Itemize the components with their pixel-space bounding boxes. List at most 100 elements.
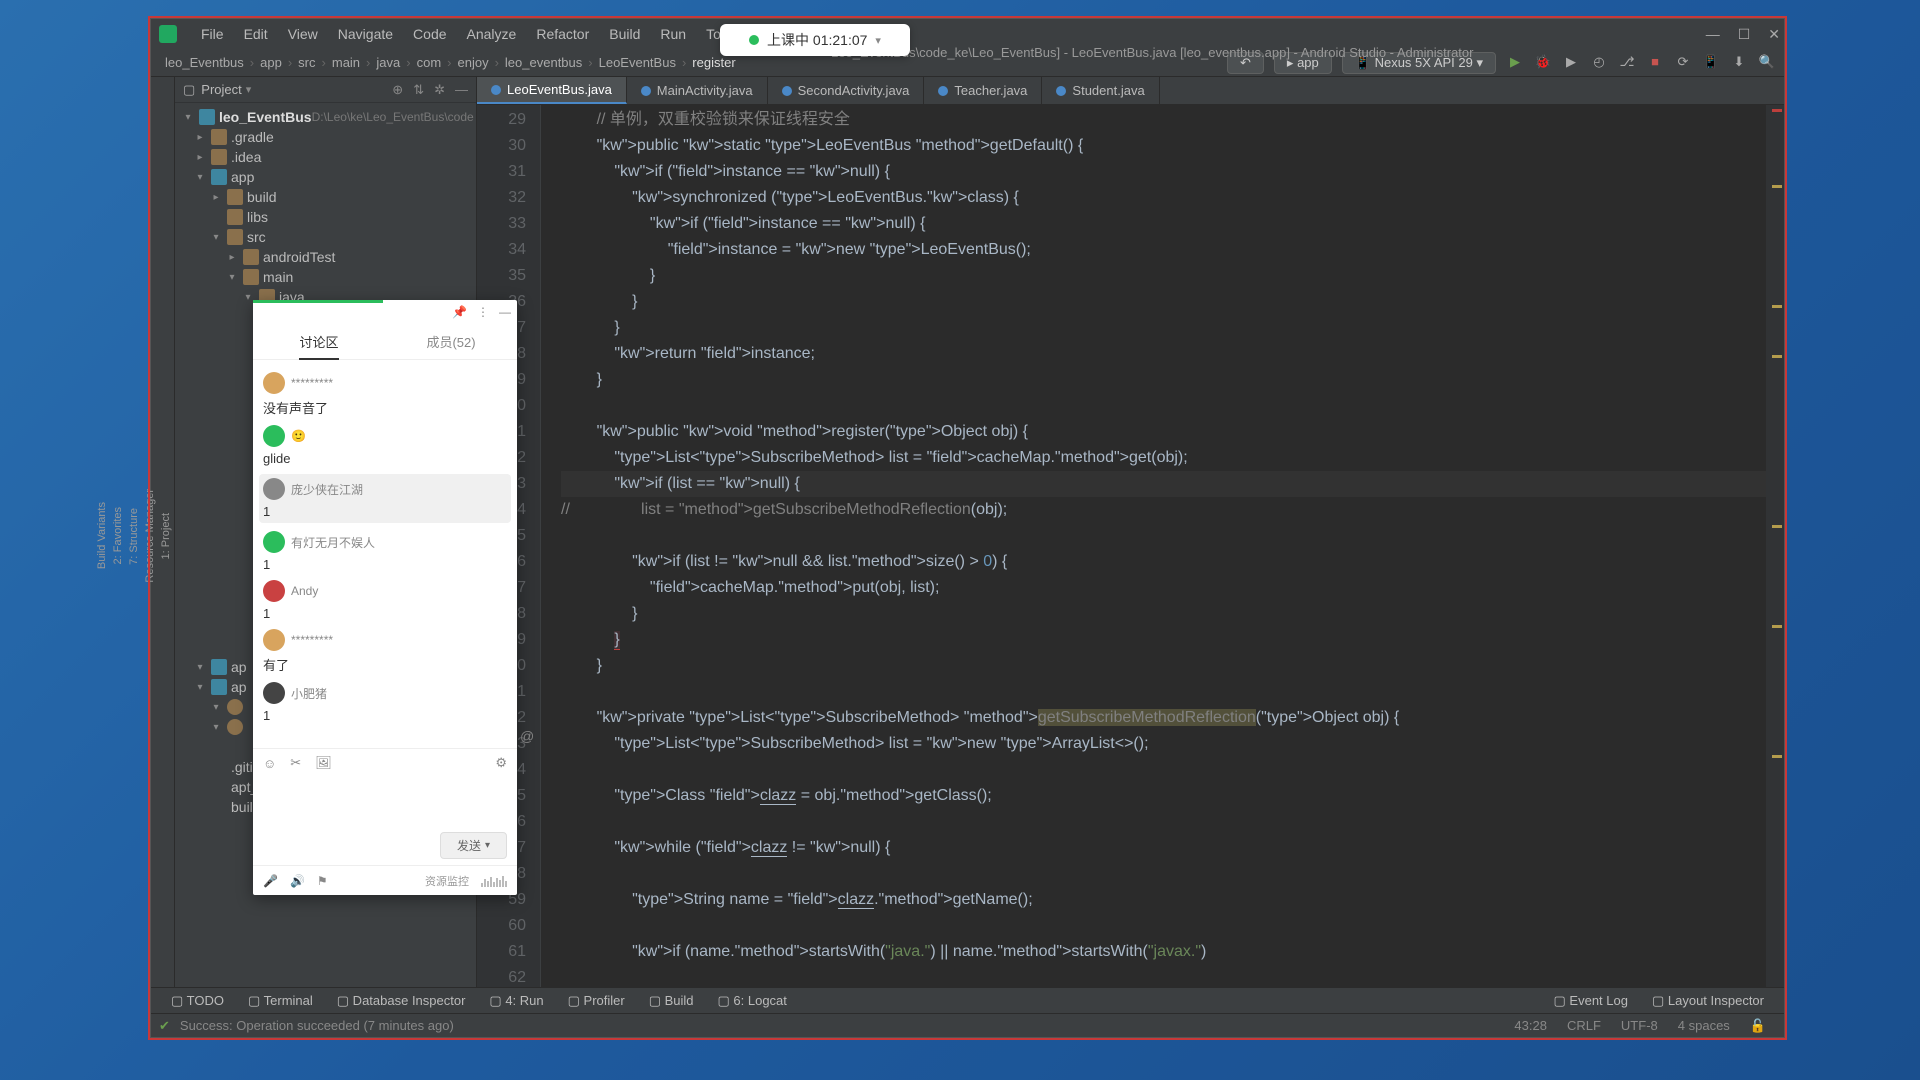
crumb[interactable]: leo_eventbus xyxy=(499,55,588,70)
variants-tab[interactable]: Build Variants xyxy=(94,486,110,585)
image-icon[interactable]: 🖼 xyxy=(315,755,332,771)
sdk-icon[interactable]: ⬇ xyxy=(1730,54,1748,72)
tree-node[interactable]: ▾main xyxy=(175,267,476,287)
bottom-tool[interactable]: ▢ Profiler xyxy=(556,993,637,1009)
menu-build[interactable]: Build xyxy=(599,26,650,42)
minimize-icon[interactable]: — xyxy=(1706,26,1720,43)
gear-icon[interactable]: ⚙ xyxy=(495,755,507,771)
maximize-icon[interactable]: ☐ xyxy=(1738,26,1751,43)
chat-body[interactable]: *********没有声音了 🙂glide 庞少侠在江湖1 有灯无月不娱人1 Andy1… xyxy=(253,360,517,748)
chat-head: 📌 ⋮ — xyxy=(253,300,517,324)
tab-members[interactable]: 成员(52) xyxy=(385,324,517,359)
menu-code[interactable]: Code xyxy=(403,26,456,42)
menu-file[interactable]: File xyxy=(191,26,234,42)
sync-icon[interactable]: ⟳ xyxy=(1674,54,1692,72)
chat-message[interactable]: 庞少侠在江湖1 xyxy=(259,474,511,523)
tree-node[interactable]: ▾app xyxy=(175,167,476,187)
crumb[interactable]: leo_Eventbus xyxy=(159,55,250,70)
emoji-icon[interactable]: ☺ xyxy=(263,756,276,771)
tree-node[interactable]: ▸build xyxy=(175,187,476,207)
crumb[interactable]: app xyxy=(254,55,288,70)
bottom-tool[interactable]: ▢ Event Log xyxy=(1542,993,1640,1009)
search-icon[interactable]: 🔍 xyxy=(1758,54,1776,72)
tree-node[interactable]: ▾src xyxy=(175,227,476,247)
titlebar: FileEditViewNavigateCodeAnalyzeRefactorB… xyxy=(151,19,1784,49)
profiler-icon[interactable]: ◴ xyxy=(1590,54,1608,72)
avd-icon[interactable]: 📱 xyxy=(1702,54,1720,72)
menu-refactor[interactable]: Refactor xyxy=(526,26,599,42)
send-button[interactable]: 发送 ▾ xyxy=(440,832,507,859)
lock-icon[interactable]: 🔓 xyxy=(1740,1018,1776,1034)
more-icon[interactable]: ⋮ xyxy=(477,305,489,319)
speaker-icon[interactable]: 🔊 xyxy=(290,874,305,888)
crumb[interactable]: src xyxy=(292,55,321,70)
hide-icon[interactable]: — xyxy=(455,82,468,98)
chat-input[interactable] xyxy=(263,777,507,825)
editor-tab[interactable]: LeoEventBus.java xyxy=(477,77,627,104)
crumb[interactable]: register xyxy=(686,55,741,70)
favorites-tab[interactable]: 2: Favorites xyxy=(110,491,126,580)
mic-icon[interactable]: 🎤 xyxy=(263,874,278,888)
menu-view[interactable]: View xyxy=(278,26,328,42)
menu-analyze[interactable]: Analyze xyxy=(457,26,527,42)
expand-icon[interactable]: ⇅ xyxy=(413,82,424,98)
debug-icon[interactable]: 🐞 xyxy=(1534,54,1552,72)
flag-icon[interactable]: ⚑ xyxy=(317,874,328,888)
editor-tab[interactable]: MainActivity.java xyxy=(627,77,768,104)
close-icon[interactable]: ✕ xyxy=(1768,26,1780,43)
crumb[interactable]: java xyxy=(370,55,406,70)
chat-message[interactable]: 有灯无月不娱人1 xyxy=(263,531,507,572)
scissors-icon[interactable]: ✂ xyxy=(290,755,301,771)
timer-label: 上课中 01:21:07 xyxy=(767,30,867,50)
tab-discuss[interactable]: 讨论区 xyxy=(253,324,385,359)
tree-root[interactable]: ▾leo_EventBus D:\Leo\ke\Leo_EventBus\cod… xyxy=(175,107,476,127)
project-title: Project xyxy=(201,82,241,97)
indent[interactable]: 4 spaces xyxy=(1668,1018,1740,1034)
stop-icon[interactable]: ■ xyxy=(1646,54,1664,72)
chat-message[interactable]: 🙂glide xyxy=(263,425,507,466)
chat-message[interactable]: *********没有声音了 xyxy=(263,372,507,417)
line-ending[interactable]: CRLF xyxy=(1557,1018,1611,1034)
locate-icon[interactable]: ⊕ xyxy=(392,82,403,98)
minimize-icon[interactable]: — xyxy=(499,305,511,319)
bottom-tool[interactable]: ▢ Build xyxy=(637,993,706,1009)
crumb[interactable]: com xyxy=(411,55,448,70)
monitor-label: 资源监控 xyxy=(425,873,469,889)
menu-run[interactable]: Run xyxy=(650,26,696,42)
tree-node[interactable]: ▸.idea xyxy=(175,147,476,167)
recording-timer[interactable]: 上课中 01:21:07 ▾ xyxy=(720,24,910,56)
coverage-icon[interactable]: ▶ xyxy=(1562,54,1580,72)
editor-tab[interactable]: SecondActivity.java xyxy=(768,77,925,104)
tree-node[interactable]: libs xyxy=(175,207,476,227)
code[interactable]: // 单例，双重校验锁来保证线程安全 "kw">public "kw">stat… xyxy=(541,105,1766,987)
crumb[interactable]: enjoy xyxy=(452,55,495,70)
tree-node[interactable]: ▸.gradle xyxy=(175,127,476,147)
attach-icon[interactable]: ⎇ xyxy=(1618,54,1636,72)
bottom-tool[interactable]: ▢ Database Inspector xyxy=(325,993,478,1009)
bottom-tool[interactable]: ▢ 6: Logcat xyxy=(706,993,799,1009)
bottom-tool[interactable]: ▢ Terminal xyxy=(236,993,325,1009)
crumb[interactable]: LeoEventBus xyxy=(593,55,682,70)
editor-tab[interactable]: Student.java xyxy=(1042,77,1159,104)
menu-edit[interactable]: Edit xyxy=(234,26,278,42)
editor[interactable]: 2930313233343536373839404142434445464748… xyxy=(477,105,1784,987)
run-icon[interactable]: ▶ xyxy=(1506,54,1524,72)
pin-icon[interactable]: 📌 xyxy=(452,305,467,319)
chat-message[interactable]: 小肥猪1 xyxy=(263,682,507,723)
project-tab[interactable]: 1: Project xyxy=(158,497,174,575)
markers-strip[interactable] xyxy=(1766,105,1784,987)
encoding[interactable]: UTF-8 xyxy=(1611,1018,1668,1034)
chat-tabs: 讨论区 成员(52) xyxy=(253,324,517,360)
tree-node[interactable]: ▸androidTest xyxy=(175,247,476,267)
bottom-tool[interactable]: ▢ 4: Run xyxy=(477,993,555,1009)
bottom-tool[interactable]: ▢ Layout Inspector xyxy=(1640,993,1776,1009)
bottom-tool[interactable]: ▢ TODO xyxy=(159,993,236,1009)
resource-manager-tab[interactable]: Resource Manager xyxy=(142,473,158,599)
structure-tab[interactable]: 7: Structure xyxy=(126,492,142,581)
settings-icon[interactable]: ✲ xyxy=(434,82,445,98)
menu-navigate[interactable]: Navigate xyxy=(328,26,403,42)
chat-message[interactable]: Andy1 xyxy=(263,580,507,621)
chat-message[interactable]: *********有了 xyxy=(263,629,507,674)
editor-tab[interactable]: Teacher.java xyxy=(924,77,1042,104)
crumb[interactable]: main xyxy=(326,55,366,70)
